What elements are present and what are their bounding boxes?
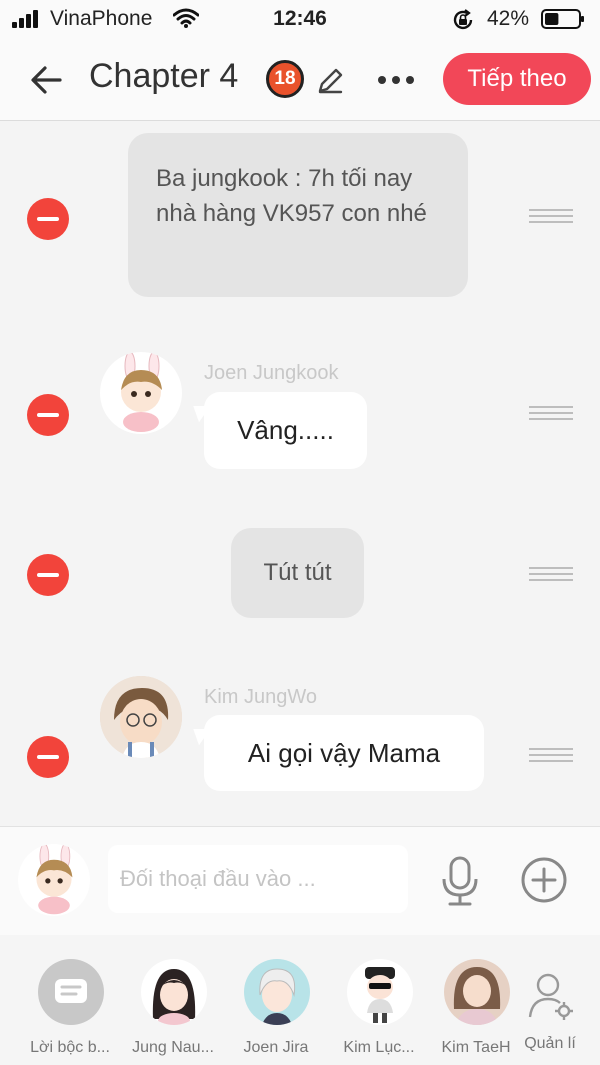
drag-handle-icon[interactable] bbox=[529, 406, 573, 420]
character-item[interactable]: Joen Jira bbox=[226, 935, 326, 1065]
character-avatar bbox=[244, 959, 310, 1025]
add-icon[interactable] bbox=[521, 857, 567, 903]
manage-characters-button[interactable]: Quản lí bbox=[500, 935, 600, 1065]
chapter-title: Chapter 4 bbox=[89, 57, 239, 95]
sender-name: Joen Jungkook bbox=[204, 362, 339, 384]
delete-message-button[interactable] bbox=[27, 554, 69, 596]
status-bar: VinaPhone 12:46 42% bbox=[0, 0, 600, 40]
orientation-lock-icon bbox=[453, 9, 473, 30]
character-name: Lời bộc b... bbox=[30, 1039, 110, 1056]
character-avatar bbox=[347, 959, 413, 1025]
dialog-input-bar bbox=[0, 826, 600, 936]
drag-handle-icon[interactable] bbox=[529, 209, 573, 223]
narration-bubble[interactable]: Ba jungkook : 7h tối nay nhà hàng VK957 … bbox=[128, 133, 468, 297]
edit-pencil-icon[interactable] bbox=[314, 65, 346, 97]
battery-icon bbox=[541, 9, 584, 29]
chat-message-list[interactable]: Ba jungkook : 7h tối nay nhà hàng VK957 … bbox=[0, 121, 600, 826]
selected-character-avatar[interactable] bbox=[18, 844, 90, 916]
character-item[interactable]: Kim Lục... bbox=[329, 935, 429, 1065]
drag-handle-icon[interactable] bbox=[529, 748, 573, 762]
character-name: Kim Lục... bbox=[343, 1039, 415, 1056]
chat-bubble-icon bbox=[38, 959, 104, 1025]
microphone-icon[interactable] bbox=[438, 855, 482, 907]
more-options-icon[interactable] bbox=[374, 60, 418, 100]
drag-handle-icon[interactable] bbox=[529, 567, 573, 581]
message-bubble[interactable]: Ai gọi vậy Mama bbox=[204, 715, 484, 791]
battery-percent: 42% bbox=[487, 7, 530, 30]
narration-bubble[interactable]: Tút tút bbox=[231, 528, 364, 618]
delete-message-button[interactable] bbox=[27, 736, 69, 778]
character-name: Jung Nau... bbox=[132, 1039, 214, 1056]
character-avatar bbox=[100, 676, 182, 758]
sender-name: Kim JungWo bbox=[204, 686, 318, 708]
message-bubble[interactable]: Vâng..... bbox=[204, 392, 367, 469]
delete-message-button[interactable] bbox=[27, 394, 69, 436]
top-nav-bar: Chapter 4 18 Tiếp theo bbox=[0, 40, 600, 121]
character-item[interactable]: Jung Nau... bbox=[123, 935, 223, 1065]
next-button[interactable]: Tiếp theo bbox=[443, 53, 591, 105]
age-restriction-badge: 18 bbox=[266, 60, 304, 98]
delete-message-button[interactable] bbox=[27, 198, 69, 240]
back-arrow-icon[interactable] bbox=[26, 60, 66, 100]
character-avatar bbox=[100, 352, 182, 434]
character-name: Joen Jira bbox=[243, 1039, 309, 1056]
character-name: Quản lí bbox=[524, 1035, 576, 1052]
character-narration[interactable]: Lời bộc b... bbox=[20, 935, 120, 1065]
character-selector: Lời bộc b... Jung Nau... Joen Jira Kim L… bbox=[0, 935, 600, 1065]
user-settings-icon bbox=[528, 973, 573, 1020]
dialog-input-field[interactable] bbox=[108, 845, 408, 913]
character-avatar bbox=[141, 959, 207, 1025]
